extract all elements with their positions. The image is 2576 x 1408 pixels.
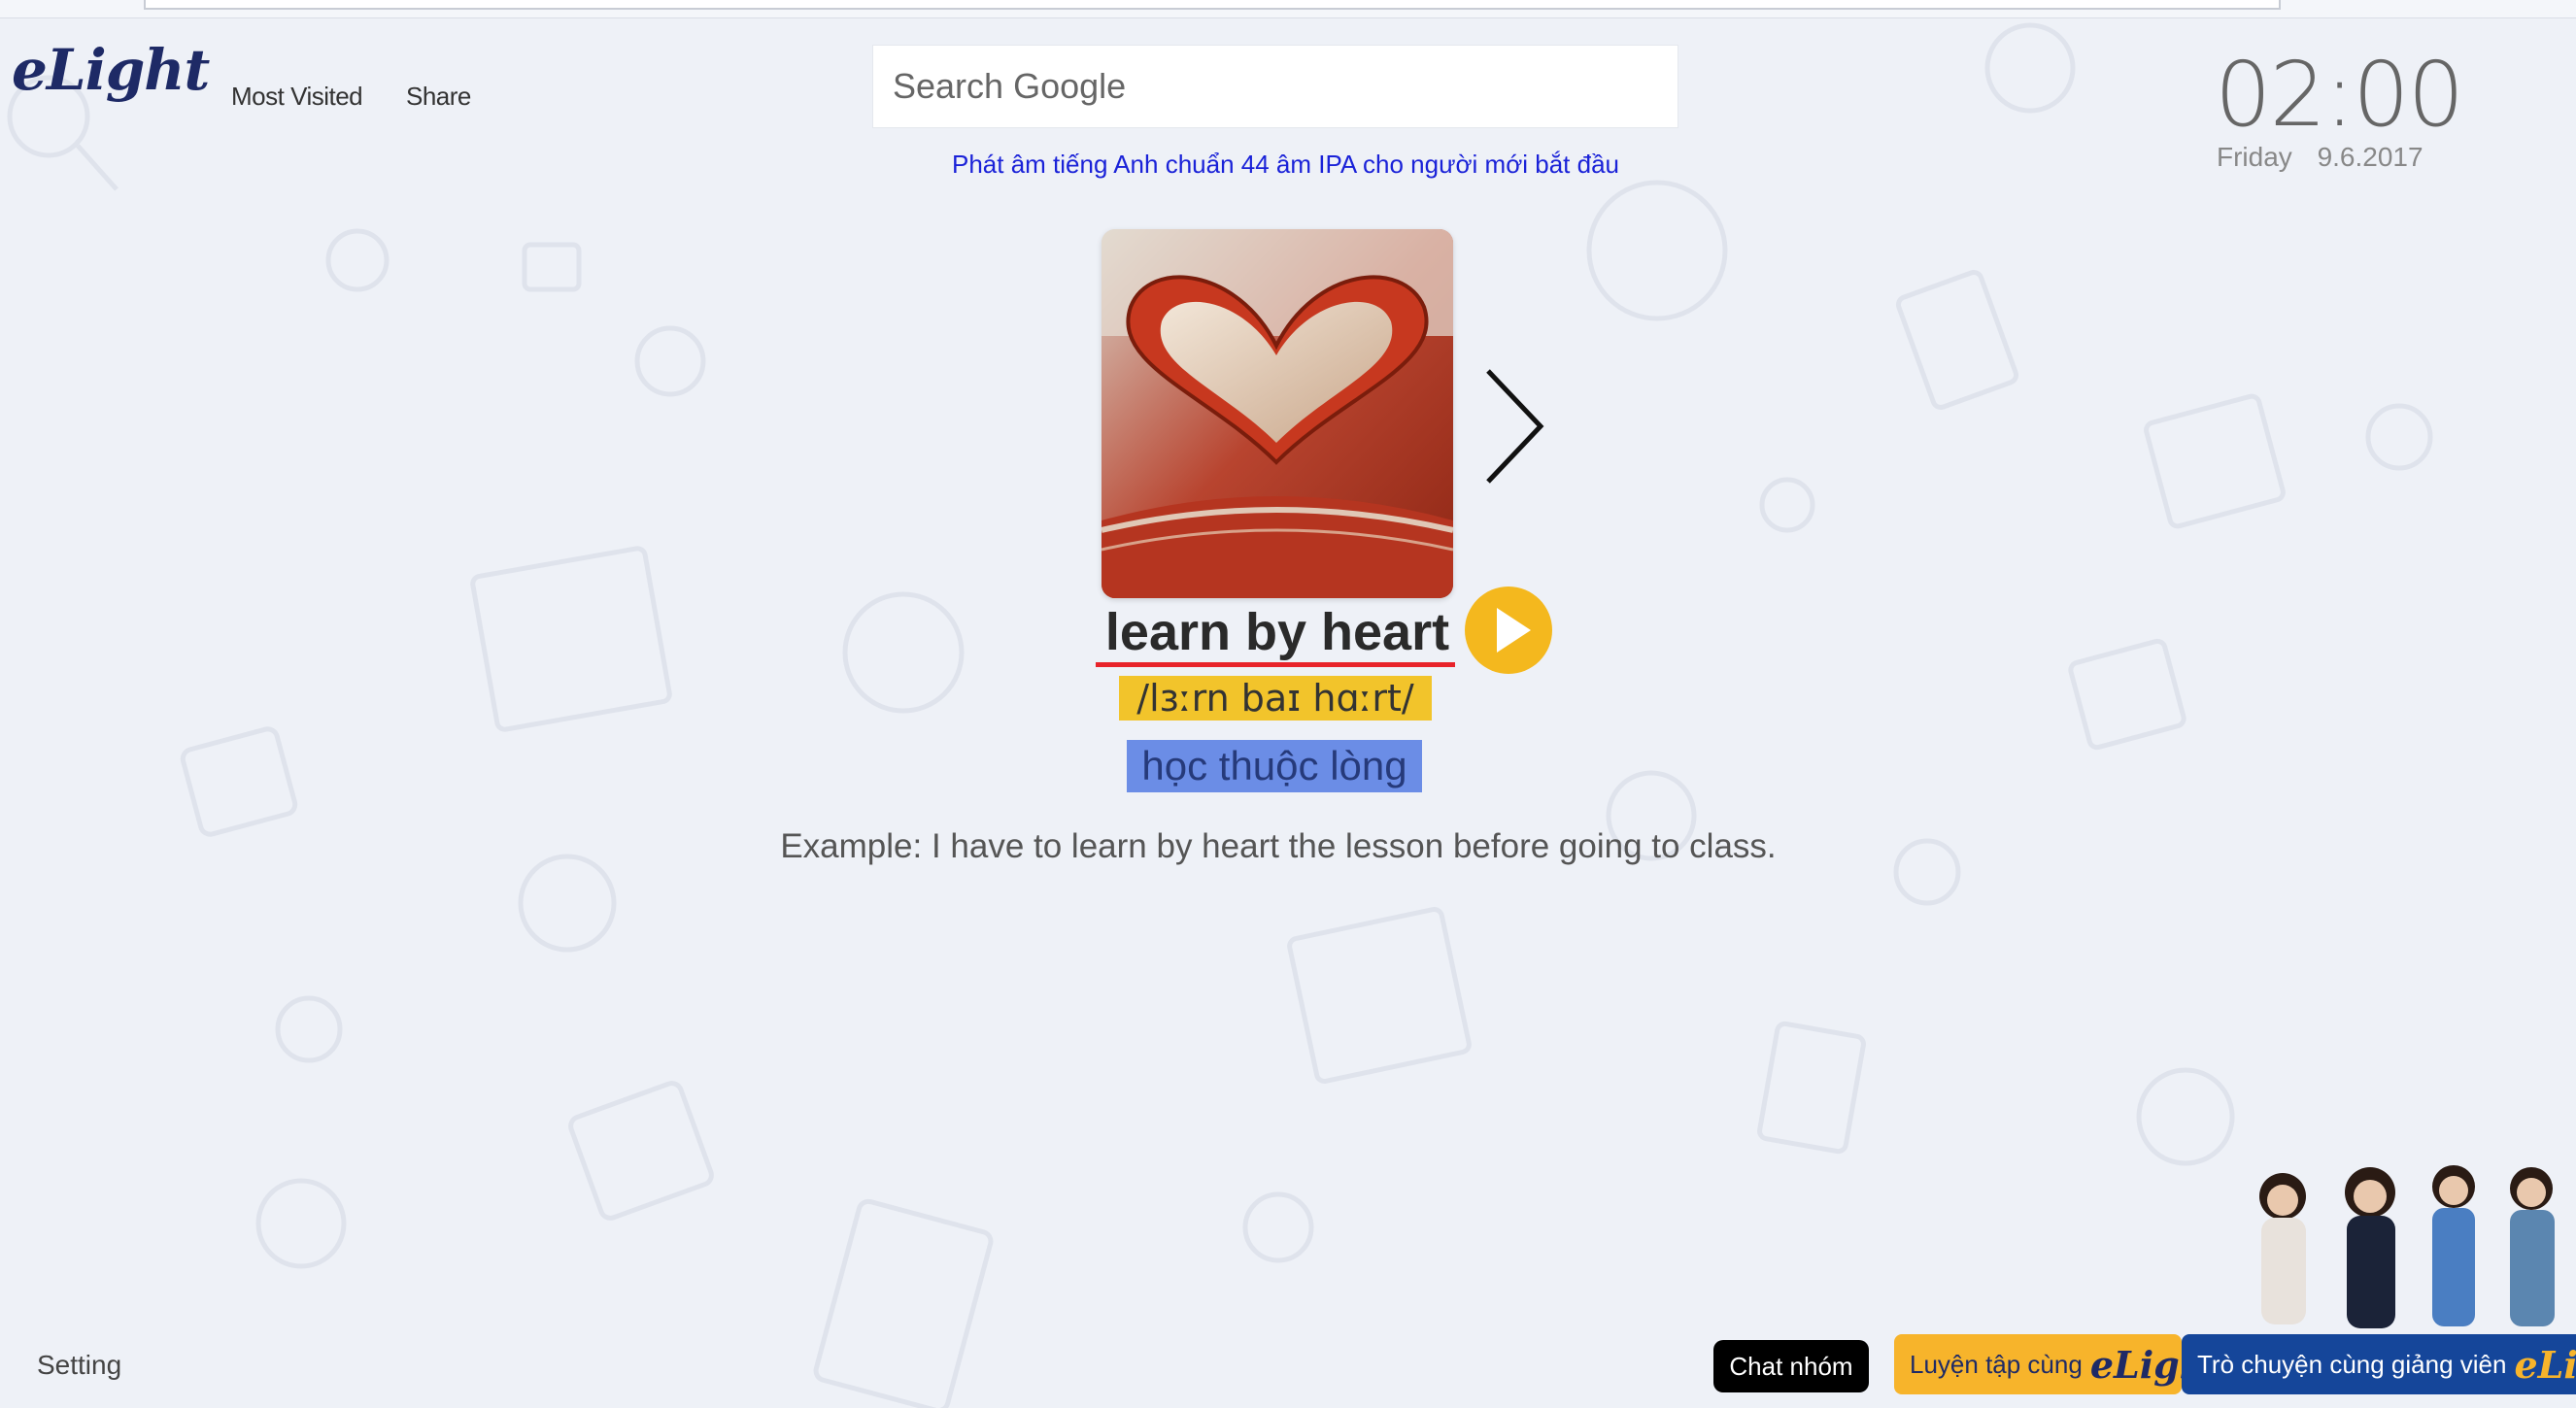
book-doodle: [470, 546, 672, 732]
clock-doodle: [634, 325, 706, 397]
folder-doodle: [522, 242, 582, 292]
ipa-transcription: /lɜːrn baɪ hɑːrt/: [1119, 676, 1432, 721]
gear-doodle: [325, 228, 390, 292]
calculator-doodle: [813, 1198, 994, 1408]
share-link[interactable]: Share: [406, 82, 471, 112]
heart-book-image: [1102, 229, 1453, 598]
date-row: Friday 9.6.2017: [2217, 142, 2423, 173]
book-doodle-2: [1287, 906, 1472, 1085]
vietnamese-meaning: học thuộc lòng: [1127, 740, 1422, 792]
chevron-right-icon: [1486, 369, 1544, 484]
gear-doodle-3: [275, 995, 343, 1063]
document-doodle: [568, 1081, 714, 1221]
practice-label: Luyện tập cùng: [1910, 1349, 2083, 1379]
cloud-doodle-4: [1759, 477, 1815, 533]
chat-with-teacher-button[interactable]: Trò chuyện cùng giảng viên eLight: [2182, 1334, 2576, 1394]
teachers-photo: [2259, 1165, 2555, 1328]
talk-label: Trò chuyện cùng giảng viên: [2197, 1349, 2507, 1379]
folder-doodle-2: [180, 726, 298, 837]
cloud-doodle-2: [1242, 1191, 1314, 1263]
talk-brand-logo: eLight: [2514, 1342, 2576, 1387]
document-doodle-2: [1895, 269, 2019, 411]
book-doodle-3: [2144, 393, 2286, 529]
calculator-doodle-2: [1757, 1021, 1866, 1155]
ipa-course-link[interactable]: Phát âm tiếng Anh chuẩn 44 âm IPA cho ng…: [952, 150, 1619, 180]
vocabulary-word: learn by heart: [1104, 603, 1450, 661]
setting-link[interactable]: Setting: [37, 1350, 121, 1381]
cloud-doodle-3: [2365, 403, 2433, 471]
example-sentence: Example: I have to learn by heart the le…: [780, 827, 1777, 865]
date-label: 9.6.2017: [2317, 142, 2423, 172]
gear-doodle-2: [518, 854, 617, 953]
clock-time: 02:00: [2215, 43, 2464, 147]
cloud-doodle: [842, 591, 965, 714]
search-box[interactable]: [872, 45, 1678, 128]
gear-doodle-5: [1893, 838, 1961, 906]
weekday-label: Friday: [2217, 142, 2292, 172]
folder-doodle-3: [2068, 638, 2186, 751]
word-underline: [1096, 662, 1455, 667]
next-word-button[interactable]: [1480, 365, 1548, 487]
elight-logo[interactable]: eLight: [12, 37, 210, 103]
brain-doodle: [2136, 1067, 2235, 1166]
globe-doodle: [1586, 180, 1728, 321]
chat-group-button[interactable]: Chat nhóm: [1713, 1340, 1869, 1392]
most-visited-link[interactable]: Most Visited: [231, 82, 363, 112]
gear-doodle-4: [1984, 22, 2076, 114]
play-icon: [1497, 608, 1531, 653]
play-pronunciation-button[interactable]: [1465, 587, 1552, 674]
search-input[interactable]: [891, 45, 1660, 128]
magnifier-doodle-2: [255, 1178, 347, 1269]
practice-with-elight-button[interactable]: Luyện tập cùng eLight: [1894, 1334, 2223, 1394]
